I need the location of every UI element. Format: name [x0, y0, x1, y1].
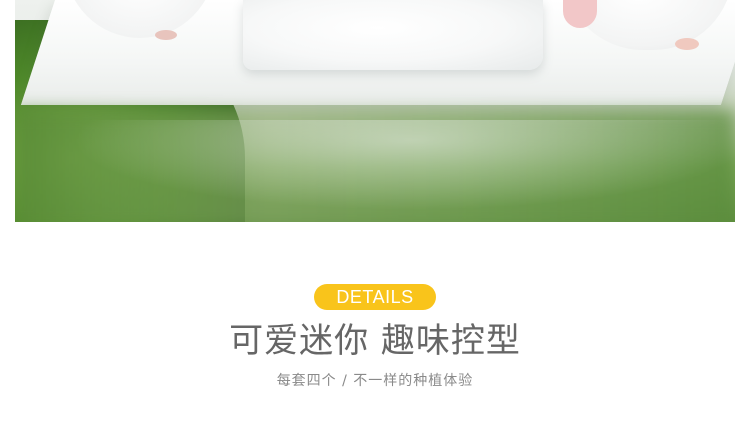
section-subline: 每套四个 / 不一样的种植体验	[276, 373, 474, 389]
details-badge: DETAILS	[314, 284, 436, 310]
photo-haze	[15, 120, 735, 222]
white-stone-block	[243, 0, 543, 70]
product-detail-page: DETAILS 可爱迷你 趣味控型 每套四个 / 不一样的种植体验	[0, 0, 750, 430]
pot-left-foot	[155, 30, 177, 40]
pot-right-foot	[675, 38, 699, 50]
product-photo	[15, 0, 735, 222]
section-headline: 可爱迷你 趣味控型	[229, 321, 521, 361]
